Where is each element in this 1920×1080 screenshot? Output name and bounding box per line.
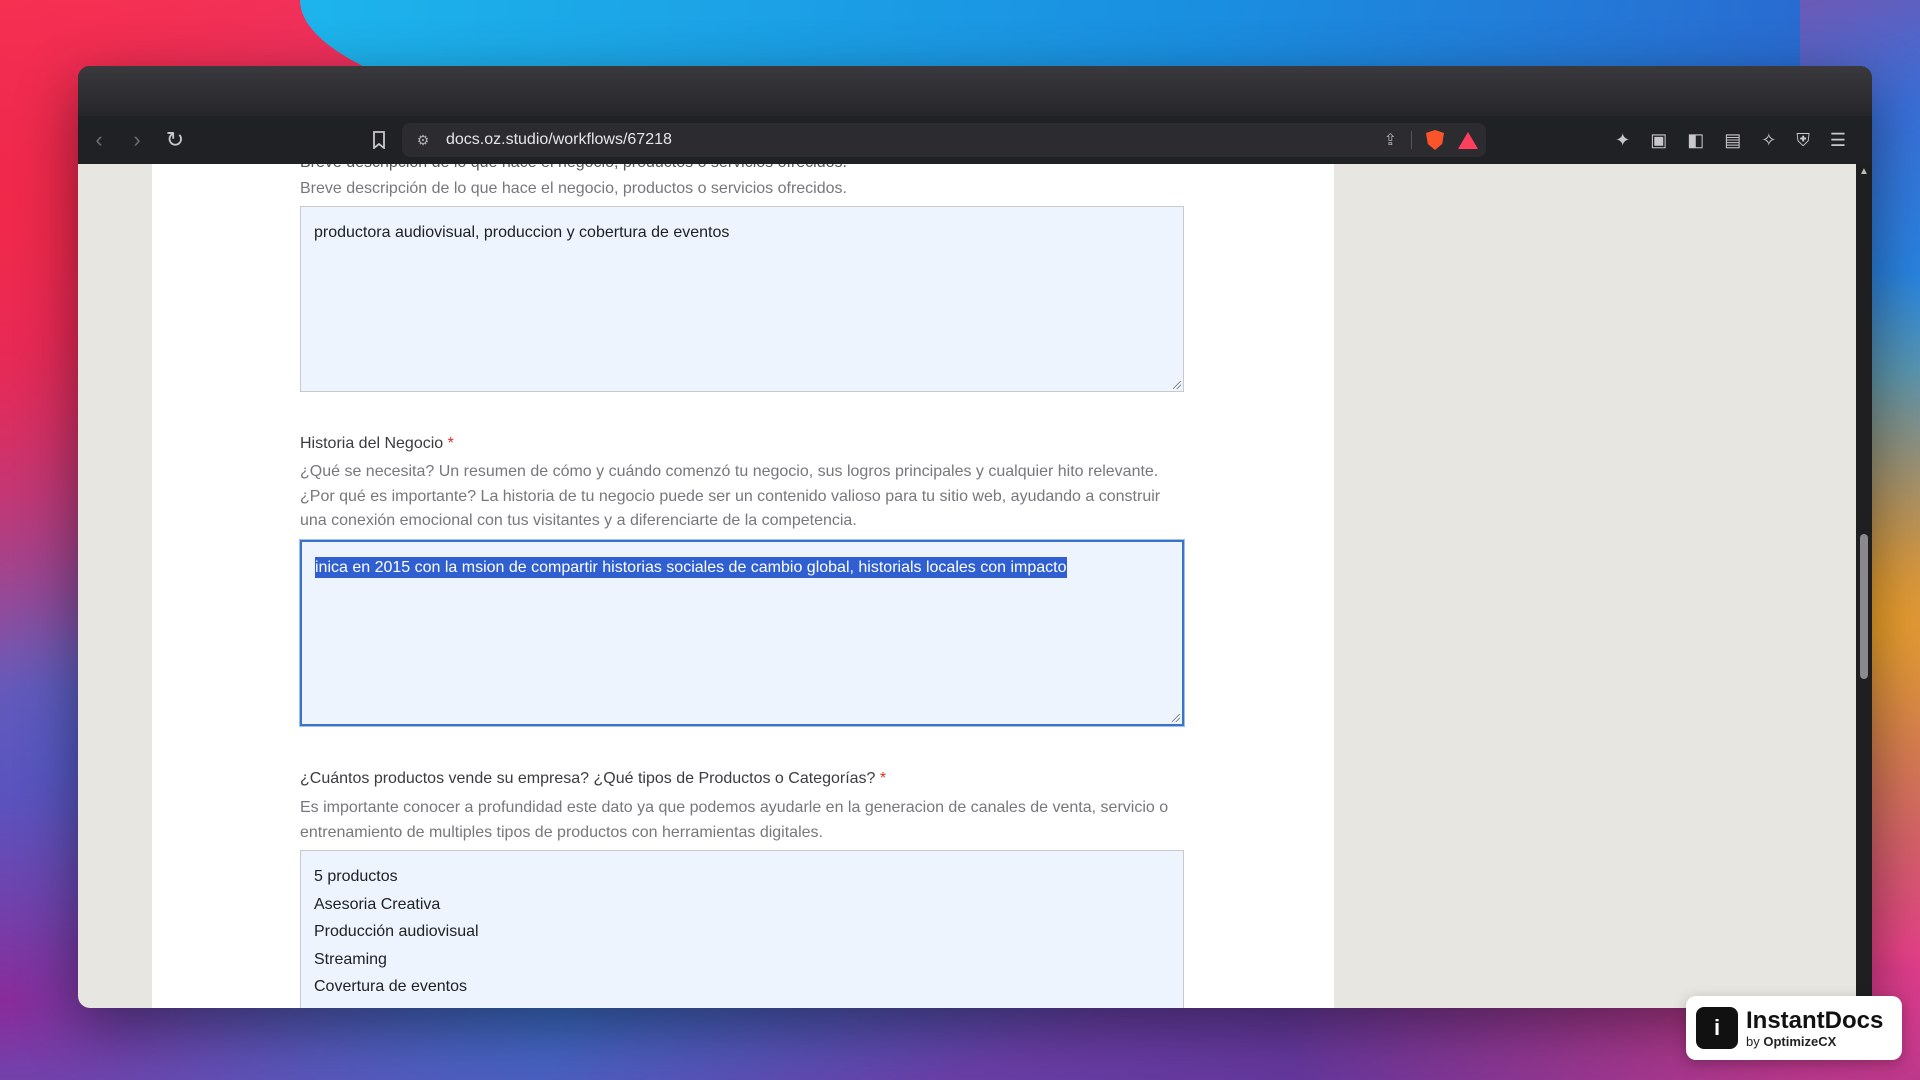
business-description-textarea[interactable]: productora audiovisual, produccion y cob… xyxy=(300,206,1184,392)
products-line: Covertura de eventos xyxy=(314,978,467,995)
url-text: docs.oz.studio/workflows/67218 xyxy=(446,131,672,148)
watermark-by: by xyxy=(1746,1033,1760,1049)
products-line: Asesoria Creativa xyxy=(314,895,441,913)
scroll-up-arrow-icon[interactable]: ▲ xyxy=(1856,166,1872,177)
products-label: ¿Cuántos productos vende su empresa? ¿Qu… xyxy=(300,770,886,788)
vpn-shield-icon[interactable]: ⛨ xyxy=(1796,130,1810,151)
business-history-textarea[interactable]: inica en 2015 con la msion de compartir … xyxy=(300,540,1184,726)
business-history-value: inica en 2015 con la msion de compartir … xyxy=(315,557,1067,578)
back-icon[interactable]: ‹ xyxy=(82,123,116,157)
products-textarea[interactable]: 5 productos Asesoria Creativa Producción… xyxy=(300,850,1184,1008)
watermark-name: InstantDocs xyxy=(1746,1006,1884,1034)
forward-icon[interactable]: › xyxy=(120,123,154,157)
form-card: Breve descripción de lo que hace el nego… xyxy=(152,164,1334,1008)
products-line: Producción audiovisual xyxy=(314,923,479,940)
extensions-icon[interactable]: ✦ xyxy=(1615,130,1630,151)
browser-window: ‹ › ↻ ⚙ docs.oz.studio/workflows/67218 ⇪… xyxy=(78,66,1872,1008)
business-description-help: Breve descripción de lo que hace el nego… xyxy=(300,180,847,197)
products-help: Es importante conocer a profundidad este… xyxy=(300,799,1169,841)
browser-toolbar: ‹ › ↻ ⚙ docs.oz.studio/workflows/67218 ⇪ xyxy=(78,116,1872,164)
business-history-help: ¿Qué se necesita? Un resumen de cómo y c… xyxy=(300,463,1161,529)
brave-rewards-icon[interactable] xyxy=(1458,131,1478,149)
products-line: 5 productos xyxy=(314,868,398,885)
resize-handle[interactable] xyxy=(1173,381,1181,389)
page-viewport: Breve descripción de lo que hace el nego… xyxy=(78,164,1856,1008)
reader-mode-icon[interactable]: ▣ xyxy=(1650,130,1667,151)
toolbar-right-icons: ✦ ▣ ◧ ▤ ✧ ⛨ ☰ xyxy=(1615,116,1846,164)
brave-shields-icon[interactable] xyxy=(1426,130,1444,150)
business-history-label-text: Historia del Negocio xyxy=(300,435,444,452)
business-description-value: productora audiovisual, produccion y cob… xyxy=(314,224,730,241)
watermark-byline: by OptimizeCX xyxy=(1746,1034,1883,1049)
menu-icon[interactable]: ☰ xyxy=(1830,130,1846,151)
instantdocs-logo-icon: i xyxy=(1696,1007,1738,1049)
leo-ai-icon[interactable]: ✧ xyxy=(1761,130,1776,151)
address-bar[interactable]: ⚙ docs.oz.studio/workflows/67218 ⇪ xyxy=(402,123,1486,157)
bookmark-icon[interactable] xyxy=(362,123,396,157)
divider xyxy=(1411,131,1412,149)
cut-off-field-label: Breve descripción de lo que hace el nego… xyxy=(300,164,847,172)
resize-handle[interactable] xyxy=(1172,714,1180,722)
watermark-company: OptimizeCX xyxy=(1763,1033,1837,1049)
share-icon[interactable]: ⇪ xyxy=(1384,130,1397,150)
products-label-text: ¿Cuántos productos vende su empresa? ¿Qu… xyxy=(300,770,876,787)
page-scrollbar[interactable]: ▲ xyxy=(1856,164,1872,1008)
instantdocs-watermark: i InstantDocs by OptimizeCX xyxy=(1686,996,1902,1060)
required-mark: * xyxy=(879,770,887,787)
title-bar xyxy=(78,66,1872,116)
required-mark: * xyxy=(447,435,454,452)
site-settings-icon[interactable]: ⚙ xyxy=(408,132,438,149)
reload-icon[interactable]: ↻ xyxy=(158,123,192,157)
wallet-icon[interactable]: ▤ xyxy=(1724,130,1741,151)
products-line: Streaming xyxy=(314,950,387,968)
sidebar-toggle-icon[interactable]: ◧ xyxy=(1687,130,1704,151)
scrollbar-thumb[interactable] xyxy=(1860,534,1868,679)
business-history-label: Historia del Negocio * xyxy=(300,435,454,453)
